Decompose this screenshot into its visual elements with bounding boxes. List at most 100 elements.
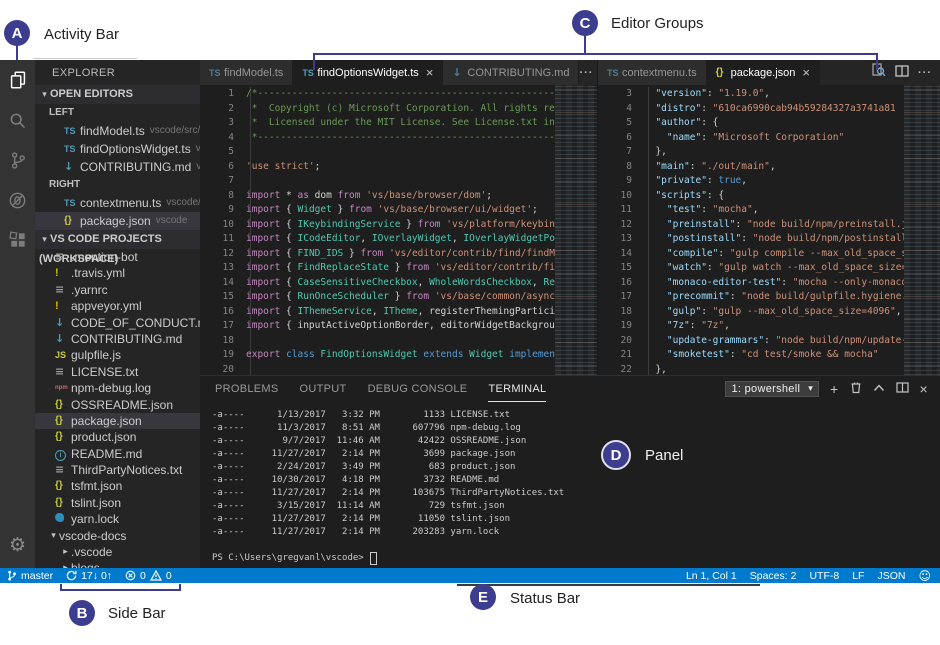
open-editor-item[interactable]: TSfindOptionsWidget.tsvsco... bbox=[35, 140, 200, 158]
code-line[interactable]: 19 "7z": "7z", bbox=[598, 319, 904, 334]
feedback-smiley-icon[interactable]: ☺ bbox=[918, 569, 931, 583]
editor-tab[interactable]: TSfindModel.ts bbox=[200, 60, 293, 85]
settings-gear-icon[interactable]: ⚙ bbox=[0, 530, 35, 560]
file-tree-item[interactable]: yarn.lock bbox=[35, 511, 200, 527]
code-line[interactable]: 3 "version": "1.19.0", bbox=[598, 87, 904, 102]
code-line[interactable]: 21 "smoketest": "cd test/smoke && mocha" bbox=[598, 348, 904, 363]
cursor-position-status[interactable]: Ln 1, Col 1 bbox=[686, 570, 737, 582]
editor-tab[interactable]: TScontextmenu.ts bbox=[598, 60, 707, 85]
file-tree-item[interactable]: npmnpm-debug.log bbox=[35, 380, 200, 396]
tab-output[interactable]: OUTPUT bbox=[300, 376, 347, 402]
editor-right-content[interactable]: 3 "version": "1.19.0",4 "distro": "610ca… bbox=[598, 85, 940, 375]
code-line[interactable]: 15import { RunOnceScheduler } from 'vs/b… bbox=[200, 290, 555, 305]
code-line[interactable]: 6 "name": "Microsoft Corporation" bbox=[598, 131, 904, 146]
eol-status[interactable]: LF bbox=[852, 570, 864, 582]
file-tree-item[interactable]: {}OSSREADME.json bbox=[35, 397, 200, 413]
folder-item[interactable]: ▸.vscode bbox=[35, 544, 200, 560]
code-line[interactable]: 11import { ICodeEditor, IOverlayWidget, … bbox=[200, 232, 555, 247]
code-line[interactable]: 11 "test": "mocha", bbox=[598, 203, 904, 218]
code-line[interactable]: 5 bbox=[200, 145, 555, 160]
language-mode-status[interactable]: JSON bbox=[877, 570, 905, 582]
file-tree-item[interactable]: {}tslint.json bbox=[35, 495, 200, 511]
file-tree-item[interactable]: !appveyor.yml bbox=[35, 298, 200, 314]
code-line[interactable]: 13 "postinstall": "node build/npm/postin… bbox=[598, 232, 904, 247]
file-tree-item[interactable]: JSgulpfile.js bbox=[35, 347, 200, 363]
code-line[interactable]: 10 "scripts": { bbox=[598, 189, 904, 204]
code-line[interactable]: 3 * Licensed under the MIT License. See … bbox=[200, 116, 555, 131]
close-icon[interactable]: × bbox=[802, 67, 810, 78]
code-line[interactable]: 6'use strict'; bbox=[200, 160, 555, 175]
file-tree-item[interactable]: iREADME.md bbox=[35, 446, 200, 462]
file-tree-item[interactable]: ≡.mention-bot bbox=[35, 249, 200, 265]
errors-warnings-status[interactable]: 0 0 bbox=[125, 570, 172, 582]
editor-left-content[interactable]: 1/*-------------------------------------… bbox=[200, 85, 597, 375]
code-line[interactable]: 2 * Copyright (c) Microsoft Corporation.… bbox=[200, 102, 555, 117]
explorer-icon[interactable] bbox=[0, 60, 35, 100]
code-line[interactable]: 7 bbox=[200, 174, 555, 189]
file-tree-item[interactable]: ≡.yarnrc bbox=[35, 282, 200, 298]
source-control-icon[interactable] bbox=[0, 140, 35, 180]
debug-icon[interactable] bbox=[0, 180, 35, 220]
file-tree-item[interactable]: {}tsfmt.json bbox=[35, 478, 200, 494]
code-line[interactable]: 1/*-------------------------------------… bbox=[200, 87, 555, 102]
code-line[interactable]: 16 "monaco-editor-test": "mocha --only-m… bbox=[598, 276, 904, 291]
tab-problems[interactable]: PROBLEMS bbox=[215, 376, 279, 402]
more-actions-icon[interactable]: ··· bbox=[918, 67, 932, 79]
close-panel-icon[interactable]: × bbox=[920, 382, 928, 396]
editor-tab[interactable]: TSfindOptionsWidget.ts× bbox=[293, 60, 443, 85]
code-line[interactable]: 17 "precommit": "node build/gulpfile.hyg… bbox=[598, 290, 904, 305]
code-line[interactable]: 19export class FindOptionsWidget extends… bbox=[200, 348, 555, 363]
code-line[interactable]: 22 }, bbox=[598, 363, 904, 376]
code-line[interactable]: 5 "author": { bbox=[598, 116, 904, 131]
search-icon[interactable] bbox=[0, 100, 35, 140]
code-line[interactable]: 8 "main": "./out/main", bbox=[598, 160, 904, 175]
minimap[interactable] bbox=[555, 85, 597, 375]
split-panel-icon[interactable] bbox=[896, 382, 909, 396]
code-line[interactable]: 8import * as dom from 'vs/base/browser/d… bbox=[200, 189, 555, 204]
open-editor-item[interactable]: TSfindModel.tsvscode/src/vs/... bbox=[35, 122, 200, 140]
code-line[interactable]: 9import { Widget } from 'vs/base/browser… bbox=[200, 203, 555, 218]
code-line[interactable]: 9 "private": true, bbox=[598, 174, 904, 189]
code-line[interactable]: 20 bbox=[200, 363, 555, 376]
open-editor-item[interactable]: {}package.jsonvscode bbox=[35, 212, 200, 230]
indentation-status[interactable]: Spaces: 2 bbox=[750, 570, 797, 582]
code-line[interactable]: 14import { CaseSensitiveCheckbox, WholeW… bbox=[200, 276, 555, 291]
file-tree-item[interactable]: ≡LICENSE.txt bbox=[35, 364, 200, 380]
code-line[interactable]: 12import { FIND_IDS } from 'vs/editor/co… bbox=[200, 247, 555, 262]
file-tree-item[interactable]: ≡ThirdPartyNotices.txt bbox=[35, 462, 200, 478]
tab-terminal[interactable]: TERMINAL bbox=[488, 376, 546, 402]
code-line[interactable]: 20 "update-grammars": "node build/npm/up… bbox=[598, 334, 904, 349]
code-line[interactable]: 18 "gulp": "gulp --max_old_space_size=40… bbox=[598, 305, 904, 320]
code-line[interactable]: 4 "distro": "610ca6990cab94b59284327a374… bbox=[598, 102, 904, 117]
new-terminal-icon[interactable]: + bbox=[830, 382, 838, 396]
sync-status[interactable]: 17↓ 0↑ bbox=[66, 570, 112, 582]
split-editor-icon[interactable] bbox=[895, 64, 909, 82]
file-tree-item[interactable]: ↓CONTRIBUTING.md bbox=[35, 331, 200, 347]
file-tree-item[interactable]: {}product.json bbox=[35, 429, 200, 445]
code-line[interactable]: 15 "watch": "gulp watch --max_old_space_… bbox=[598, 261, 904, 276]
code-line[interactable]: 13import { FindReplaceState } from 'vs/e… bbox=[200, 261, 555, 276]
code-line[interactable]: 12 "preinstall": "node build/npm/preinst… bbox=[598, 218, 904, 233]
file-tree-item[interactable]: !.travis.yml bbox=[35, 265, 200, 281]
close-icon[interactable]: × bbox=[426, 67, 434, 78]
code-line[interactable]: 17import { inputActiveOptionBorder, edit… bbox=[200, 319, 555, 334]
file-tree-item[interactable]: {}package.json bbox=[35, 413, 200, 429]
code-line[interactable]: 16import { IThemeService, ITheme, regist… bbox=[200, 305, 555, 320]
code-line[interactable]: 10import { IKeybindingService } from 'vs… bbox=[200, 218, 555, 233]
file-tree-item[interactable]: ↓CODE_OF_CONDUCT.md bbox=[35, 315, 200, 331]
kill-terminal-icon[interactable] bbox=[850, 381, 862, 397]
minimap[interactable] bbox=[904, 85, 940, 375]
workspace-header[interactable]: ▾VS CODE PROJECTS (WORKSPACE) bbox=[35, 230, 200, 249]
extensions-icon[interactable] bbox=[0, 220, 35, 260]
editor-tab[interactable]: {}package.json× bbox=[707, 60, 820, 85]
terminal-cursor[interactable] bbox=[370, 552, 377, 565]
open-preview-icon[interactable] bbox=[872, 63, 886, 82]
maximize-panel-icon[interactable] bbox=[873, 383, 885, 395]
tab-debug-console[interactable]: DEBUG CONSOLE bbox=[368, 376, 468, 402]
code-line[interactable]: 18 bbox=[200, 334, 555, 349]
more-actions-icon[interactable]: ··· bbox=[579, 67, 593, 79]
git-branch-status[interactable]: master bbox=[7, 569, 53, 582]
folder-item[interactable]: ▸blogs bbox=[35, 560, 200, 568]
open-editor-item[interactable]: TScontextmenu.tsvscode/src/... bbox=[35, 194, 200, 212]
open-editor-item[interactable]: ↓CONTRIBUTING.mdvscode bbox=[35, 158, 200, 176]
